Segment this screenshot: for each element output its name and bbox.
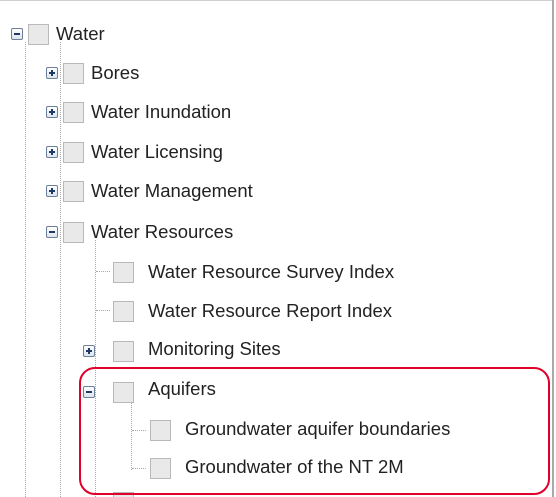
tree-node-label: Water Inundation <box>91 101 232 122</box>
tree-node-label: Water Management <box>91 180 253 201</box>
tree-node-label: Bores <box>91 62 140 83</box>
highlight-annotation <box>79 367 550 495</box>
tree-node-label: Water Resources <box>91 221 234 242</box>
tree-connector <box>96 310 110 311</box>
layer-checkbox[interactable] <box>113 262 134 283</box>
expand-icon[interactable] <box>46 185 58 197</box>
tree-node-label: Water Licensing <box>91 141 223 162</box>
panel-top-border <box>0 0 552 1</box>
tree-connector <box>25 42 26 497</box>
tree-node-label: Water <box>56 23 105 44</box>
layer-tree-panel: Water Bores Water Inundation Water Licen… <box>0 0 554 497</box>
tree-node-label: Monitoring Sites <box>148 338 281 359</box>
layer-checkbox[interactable] <box>63 222 84 243</box>
layer-checkbox[interactable] <box>113 301 134 322</box>
tree-node-label: Water Resource Survey Index <box>148 261 395 282</box>
collapse-icon[interactable] <box>11 28 23 40</box>
tree-connector <box>60 42 61 497</box>
layer-checkbox[interactable] <box>63 181 84 202</box>
expand-icon[interactable] <box>46 106 58 118</box>
collapse-icon[interactable] <box>46 226 58 238</box>
layer-checkbox[interactable] <box>28 24 49 45</box>
tree-node-label: Water Resource Report Index <box>148 300 393 321</box>
expand-icon[interactable] <box>83 345 95 357</box>
expand-icon[interactable] <box>46 146 58 158</box>
layer-checkbox[interactable] <box>63 142 84 163</box>
tree-connector <box>96 271 110 272</box>
expand-icon[interactable] <box>46 67 58 79</box>
layer-checkbox[interactable] <box>63 63 84 84</box>
layer-checkbox[interactable] <box>113 341 134 362</box>
layer-checkbox[interactable] <box>63 102 84 123</box>
